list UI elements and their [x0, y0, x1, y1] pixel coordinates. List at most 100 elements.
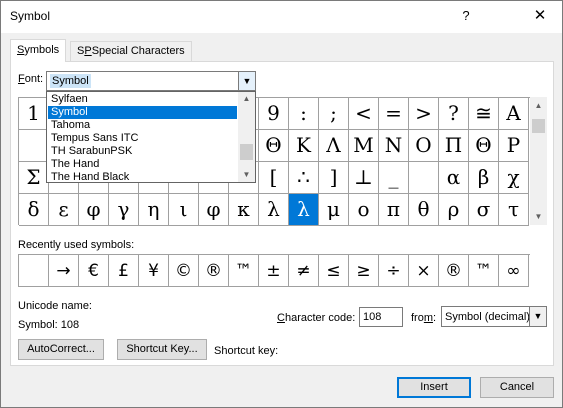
- symbol-cell[interactable]: χ: [499, 162, 529, 194]
- font-label-accel: F: [18, 73, 25, 85]
- symbol-cell[interactable]: ε: [49, 194, 79, 226]
- symbol-cell[interactable]: κ: [229, 194, 259, 226]
- symbol-cell[interactable]: σ: [469, 194, 499, 226]
- symbol-cell[interactable]: ⊥: [349, 162, 379, 194]
- symbol-cell[interactable]: θ: [409, 194, 439, 226]
- symbol-cell[interactable]: Ο: [409, 130, 439, 162]
- symbol-cell[interactable]: ≅: [469, 98, 499, 130]
- recent-symbol-cell[interactable]: ™: [229, 255, 259, 287]
- recent-symbol-cell[interactable]: ≠: [289, 255, 319, 287]
- recent-symbol-cell[interactable]: ×: [409, 255, 439, 287]
- symbol-cell[interactable]: β: [469, 162, 499, 194]
- font-list-scrollbar[interactable]: ▲ ▼: [238, 92, 255, 182]
- recent-symbol-cell[interactable]: ±: [259, 255, 289, 287]
- font-option[interactable]: Tempus Sans ITC: [48, 132, 237, 145]
- symbol-cell[interactable]: λ: [289, 194, 319, 226]
- font-option[interactable]: Symbol: [48, 106, 237, 119]
- symbol-cell[interactable]: γ: [109, 194, 139, 226]
- recent-symbols-label: Recently used symbols:: [18, 239, 135, 251]
- recent-symbol-cell[interactable]: ≤: [319, 255, 349, 287]
- symbol-cell[interactable]: φ: [199, 194, 229, 226]
- symbol-cell[interactable]: Θ: [259, 130, 289, 162]
- character-code-input[interactable]: 108: [359, 307, 403, 327]
- symbol-cell[interactable]: α: [439, 162, 469, 194]
- recent-symbol-cell[interactable]: [19, 255, 49, 287]
- title-bar: Symbol ? ✕: [1, 1, 562, 33]
- symbol-cell[interactable]: =: [379, 98, 409, 130]
- from-select[interactable]: Symbol (decimal) ▼: [441, 306, 547, 327]
- symbol-cell[interactable]: Α: [499, 98, 529, 130]
- window-title: Symbol: [10, 9, 51, 23]
- font-combobox[interactable]: Symbol ▼: [46, 71, 256, 91]
- tab-special-characters[interactable]: SPSpecial Characters: [70, 41, 192, 62]
- symbol-cell[interactable]: Θ: [469, 130, 499, 162]
- symbol-cell[interactable]: 1: [19, 98, 49, 130]
- symbol-cell[interactable]: Π: [439, 130, 469, 162]
- cancel-button[interactable]: Cancel: [480, 377, 554, 398]
- font-list-scrollbar-thumb[interactable]: [240, 144, 253, 160]
- symbol-cell[interactable]: _: [379, 162, 409, 194]
- recent-symbol-cell[interactable]: ®: [439, 255, 469, 287]
- from-label-rest: :: [433, 312, 437, 324]
- character-code-accel: C: [277, 312, 285, 324]
- insert-button[interactable]: Insert: [397, 377, 471, 398]
- symbol-cell[interactable]: λ: [259, 194, 289, 226]
- symbol-cell[interactable]: Ρ: [499, 130, 529, 162]
- symbol-cell[interactable]: η: [139, 194, 169, 226]
- symbol-cell[interactable]: Κ: [289, 130, 319, 162]
- symbol-cell[interactable]: [409, 162, 439, 194]
- symbol-cell[interactable]: ?: [439, 98, 469, 130]
- grid-scrollbar-thumb[interactable]: [532, 119, 545, 133]
- font-combobox-value[interactable]: Symbol: [50, 74, 91, 88]
- symbol-cell[interactable]: ∴: [289, 162, 319, 194]
- symbol-cell[interactable]: τ: [499, 194, 529, 226]
- recent-symbol-cell[interactable]: ÷: [379, 255, 409, 287]
- symbol-cell[interactable]: μ: [319, 194, 349, 226]
- symbol-cell[interactable]: ]: [319, 162, 349, 194]
- symbol-cell[interactable]: ρ: [439, 194, 469, 226]
- scroll-up-icon[interactable]: ▲: [238, 92, 255, 106]
- symbol-cell[interactable]: 9: [259, 98, 289, 130]
- symbol-cell[interactable]: Σ: [19, 162, 49, 194]
- tab-symbols[interactable]: Symbols: [10, 39, 67, 62]
- recent-symbol-cell[interactable]: ∞: [499, 255, 529, 287]
- chevron-down-icon[interactable]: ▼: [529, 307, 546, 326]
- recent-symbol-cell[interactable]: €: [79, 255, 109, 287]
- symbol-cell[interactable]: ;: [319, 98, 349, 130]
- symbol-cell[interactable]: π: [379, 194, 409, 226]
- font-option[interactable]: Sylfaen: [48, 93, 237, 106]
- symbol-cell[interactable]: Μ: [349, 130, 379, 162]
- symbol-cell[interactable]: <: [349, 98, 379, 130]
- symbol-cell[interactable]: [19, 130, 49, 162]
- font-option[interactable]: TH SarabunPSK: [48, 145, 237, 158]
- recent-symbol-cell[interactable]: ≥: [349, 255, 379, 287]
- symbol-cell[interactable]: ι: [169, 194, 199, 226]
- chevron-down-icon[interactable]: ▼: [238, 72, 255, 90]
- recent-symbol-cell[interactable]: ¥: [139, 255, 169, 287]
- from-label-accel: m: [423, 312, 434, 324]
- help-button[interactable]: ?: [449, 3, 483, 29]
- grid-scrollbar[interactable]: ▲ ▼: [530, 97, 547, 225]
- symbol-cell[interactable]: φ: [79, 194, 109, 226]
- symbol-cell[interactable]: Λ: [319, 130, 349, 162]
- shortcut-key-button[interactable]: Shortcut Key...: [117, 339, 207, 360]
- recent-symbol-cell[interactable]: £: [109, 255, 139, 287]
- recent-symbol-cell[interactable]: ®: [199, 255, 229, 287]
- symbol-cell[interactable]: ο: [349, 194, 379, 226]
- scroll-down-icon[interactable]: ▼: [238, 168, 255, 182]
- symbol-cell[interactable]: [: [259, 162, 289, 194]
- symbol-cell[interactable]: :: [289, 98, 319, 130]
- close-button[interactable]: ✕: [521, 3, 559, 29]
- scroll-up-icon[interactable]: ▲: [530, 97, 547, 114]
- symbol-cell[interactable]: δ: [19, 194, 49, 226]
- font-option[interactable]: The Hand Black: [48, 171, 237, 182]
- recent-symbol-cell[interactable]: →: [49, 255, 79, 287]
- font-option[interactable]: The Hand: [48, 158, 237, 171]
- symbol-cell[interactable]: >: [409, 98, 439, 130]
- recent-symbol-cell[interactable]: ™: [469, 255, 499, 287]
- recent-symbol-cell[interactable]: ©: [169, 255, 199, 287]
- symbol-cell[interactable]: Ν: [379, 130, 409, 162]
- autocorrect-button[interactable]: AutoCorrect...: [18, 339, 104, 360]
- scroll-down-icon[interactable]: ▼: [530, 208, 547, 225]
- font-option[interactable]: Tahoma: [48, 119, 237, 132]
